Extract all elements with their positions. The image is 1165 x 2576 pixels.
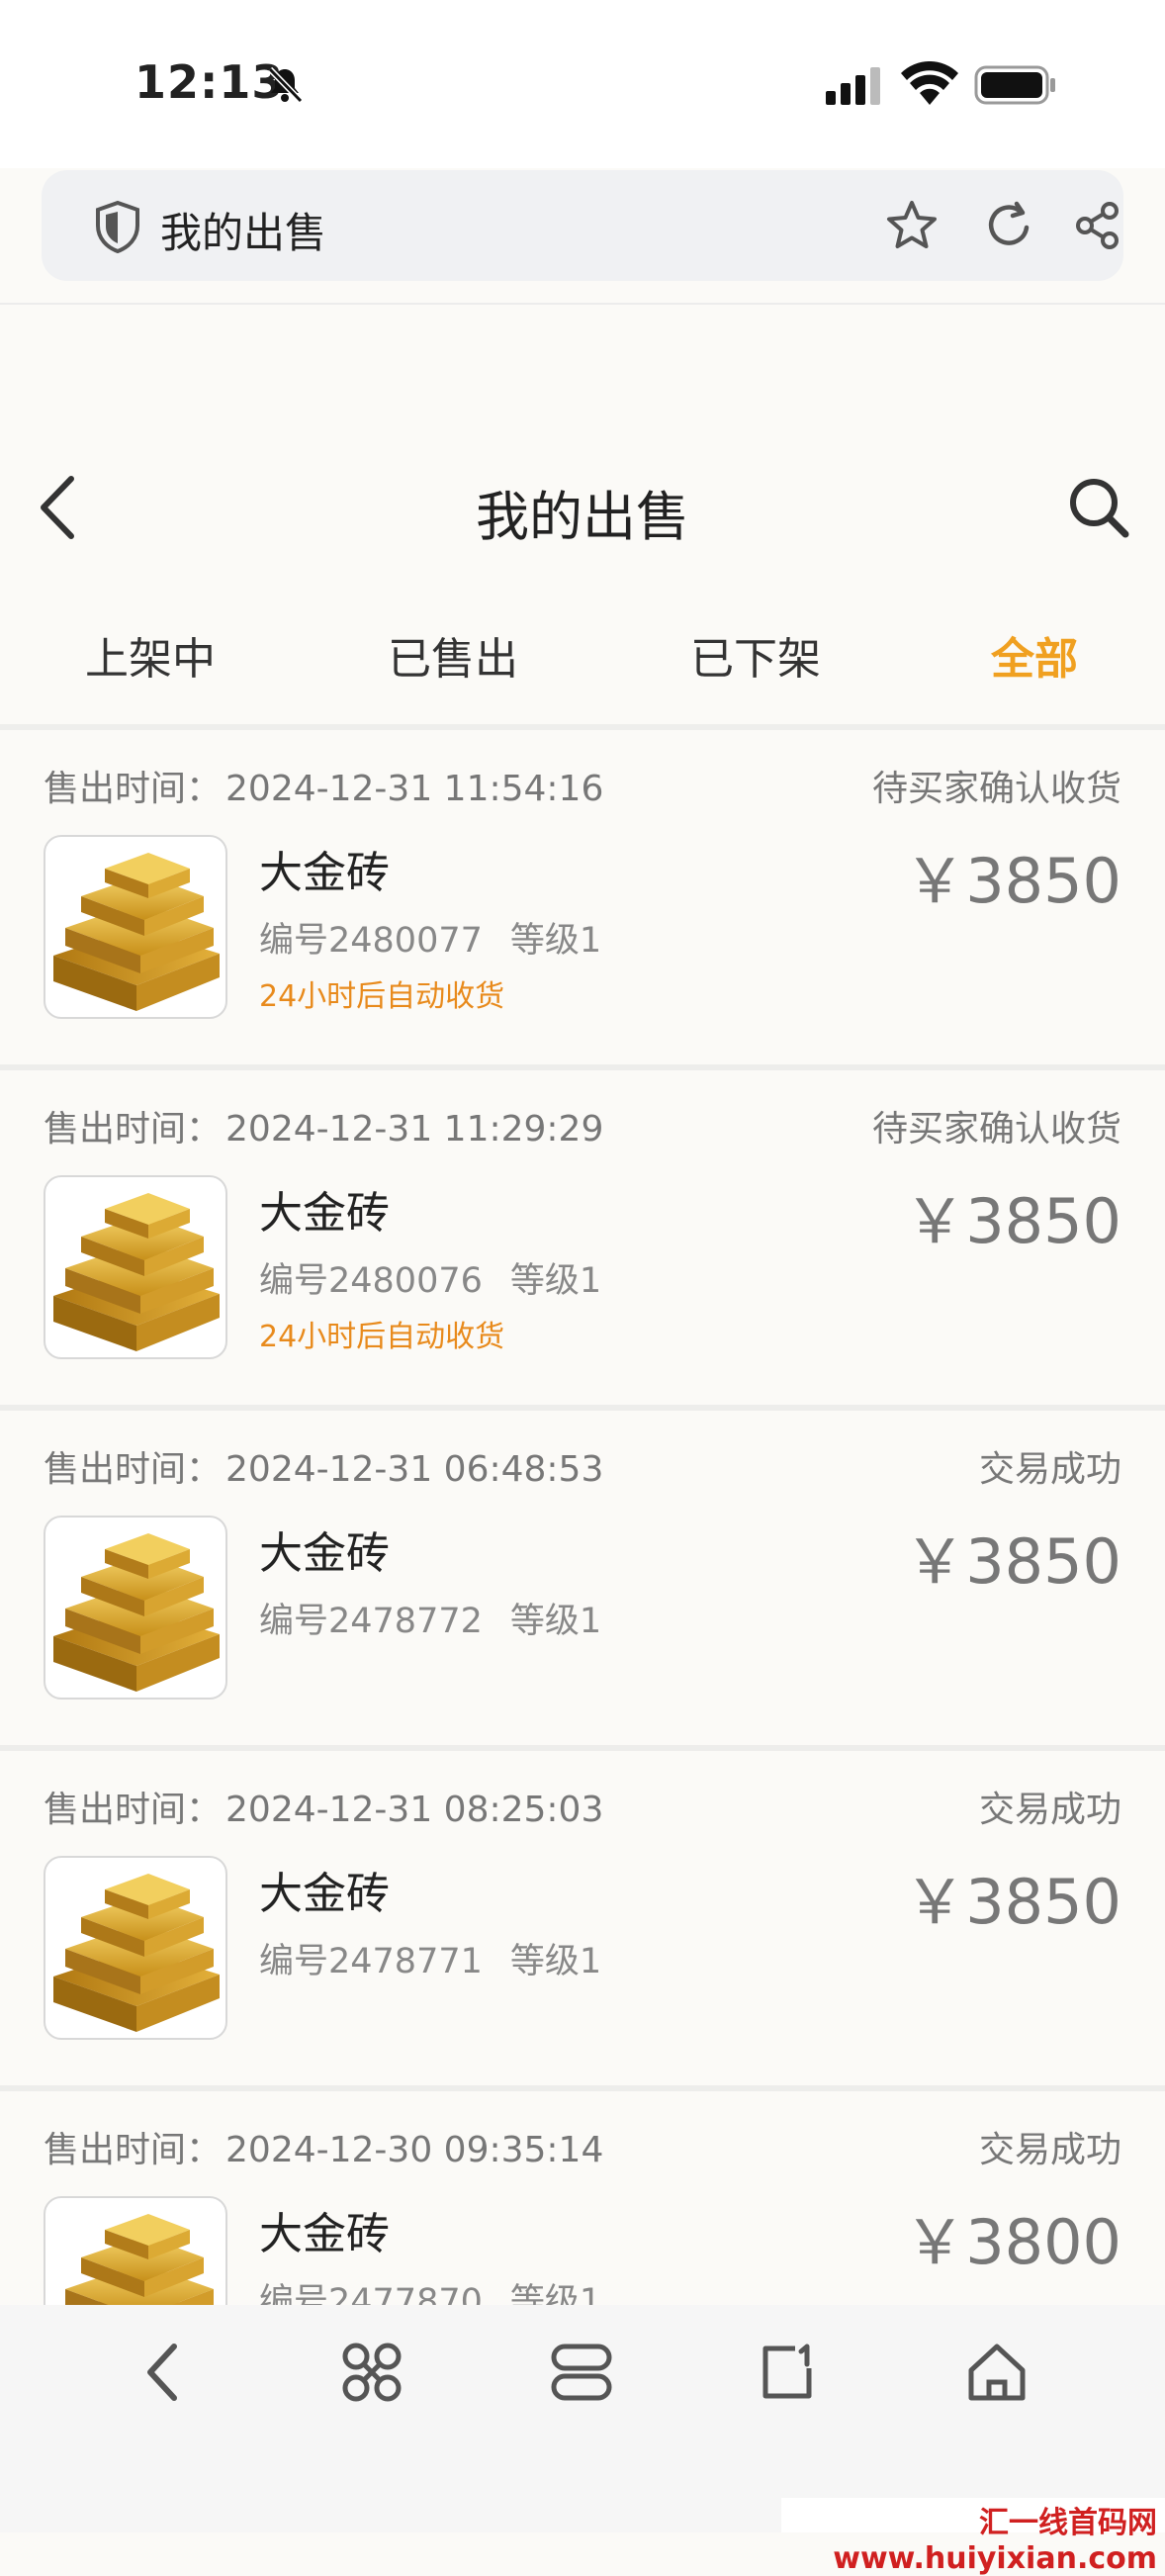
star-bookmark-icon[interactable] — [884, 198, 940, 253]
site-watermark: 汇一线首码网 www.huiyixian.com — [781, 2498, 1165, 2576]
gold-bars-icon — [53, 1533, 220, 1692]
tabs-icon[interactable] — [548, 2339, 615, 2406]
page-title: 我的出售 — [476, 486, 689, 548]
item-price: ￥3850 — [904, 1866, 1121, 1938]
status-tabs: 上架中 已售出 已下架 全部 — [0, 623, 1165, 692]
item-meta: 编号2478772 等级1 — [259, 1602, 602, 1641]
address-bar-title: 我的出售 — [160, 209, 327, 257]
tab-delisted[interactable]: 已下架 — [690, 623, 821, 687]
gold-bar-thumbnail — [44, 1856, 227, 2040]
tab-on-sale[interactable]: 上架中 — [85, 623, 216, 687]
reload-icon[interactable] — [981, 198, 1036, 253]
battery-icon — [974, 65, 1055, 105]
gold-bars-icon — [53, 1193, 220, 1351]
browser-address-bar[interactable]: 我的出售 — [42, 170, 1123, 281]
order-status: 待买家确认收货 — [871, 1109, 1121, 1150]
gold-bar-thumbnail — [44, 1516, 227, 1700]
item-name: 大金砖 — [259, 2209, 390, 2259]
status-bar: 12:13 — [0, 0, 1165, 168]
item-price: ￥3850 — [904, 845, 1121, 917]
item-price: ￥3850 — [904, 1525, 1121, 1598]
sold-time: 售出时间： 2024-12-31 06:48:53 — [44, 1449, 604, 1490]
order-item[interactable]: 售出时间： 2024-12-31 11:29:29 待买家确认收货 大金砖 编号2… — [0, 1070, 1165, 1411]
item-meta: 编号2478771 等级1 — [259, 1942, 602, 1981]
item-name: 大金砖 — [259, 1528, 390, 1579]
item-name: 大金砖 — [259, 1188, 390, 1239]
item-meta: 编号2480076 等级1 — [259, 1261, 602, 1301]
search-icon[interactable] — [1066, 475, 1131, 540]
sold-time: 售出时间： 2024-12-31 08:25:03 — [44, 1790, 604, 1830]
order-status: 交易成功 — [978, 1790, 1121, 1830]
gold-bar-thumbnail — [44, 835, 227, 1019]
sold-time: 售出时间： 2024-12-31 11:29:29 — [44, 1109, 604, 1150]
item-name: 大金砖 — [259, 848, 390, 898]
divider — [0, 303, 1165, 305]
tab-count-icon[interactable] — [756, 2339, 823, 2406]
order-item[interactable]: 售出时间： 2024-12-31 08:25:03 交易成功 大金砖 编号2478… — [0, 1751, 1165, 2091]
item-name: 大金砖 — [259, 1869, 390, 1919]
cellular-signal-icon — [826, 67, 880, 105]
sold-time: 售出时间： 2024-12-31 11:54:16 — [44, 769, 604, 809]
apps-icon[interactable] — [338, 2339, 405, 2406]
gold-bars-icon — [53, 1874, 220, 2032]
share-icon[interactable] — [1070, 198, 1125, 253]
order-status: 交易成功 — [978, 1449, 1121, 1490]
auto-receive-note: 24小时后自动收货 — [259, 979, 505, 1014]
order-status: 交易成功 — [978, 2130, 1121, 2170]
gold-bars-icon — [53, 853, 220, 1011]
home-icon[interactable] — [963, 2339, 1031, 2406]
order-list: 售出时间： 2024-12-31 11:54:16 待买家确认收货 大金砖 编号2… — [0, 730, 1165, 2432]
sold-time: 售出时间： 2024-12-30 09:35:14 — [44, 2130, 604, 2170]
shield-icon — [96, 200, 139, 253]
gold-bar-thumbnail — [44, 1175, 227, 1359]
back-chevron-icon[interactable] — [30, 473, 85, 542]
order-status: 待买家确认收货 — [871, 769, 1121, 809]
item-price: ￥3850 — [904, 1185, 1121, 1257]
tab-all[interactable]: 全部 — [991, 623, 1078, 687]
status-time: 12:13 — [134, 55, 285, 109]
item-price: ￥3800 — [904, 2206, 1121, 2278]
order-item[interactable]: 售出时间： 2024-12-31 06:48:53 交易成功 大金砖 编号2478… — [0, 1411, 1165, 1751]
item-meta: 编号2480077 等级1 — [259, 921, 602, 961]
wifi-icon — [901, 61, 958, 105]
tab-sold[interactable]: 已售出 — [388, 623, 518, 687]
bell-muted-icon — [267, 66, 304, 104]
auto-receive-note: 24小时后自动收货 — [259, 1320, 505, 1354]
back-icon[interactable] — [131, 2339, 198, 2406]
order-item[interactable]: 售出时间： 2024-12-31 11:54:16 待买家确认收货 大金砖 编号2… — [0, 730, 1165, 1070]
